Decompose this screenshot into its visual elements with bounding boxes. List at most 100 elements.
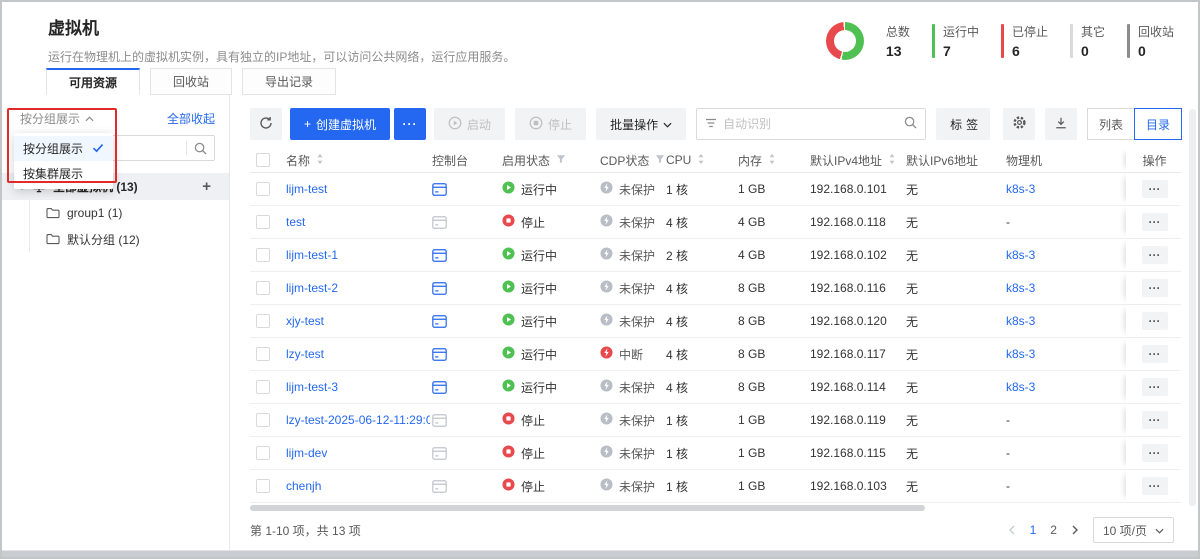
host-link[interactable]: k8s-3 — [1006, 314, 1035, 328]
vm-name-cell: lzy-test — [284, 347, 430, 361]
row-checkbox[interactable] — [256, 314, 270, 328]
host-link[interactable]: k8s-3 — [1006, 182, 1035, 196]
add-group-button[interactable]: + — [202, 178, 211, 195]
page-number-1[interactable]: 1 — [1030, 523, 1037, 537]
column-header-name[interactable]: 名称 — [284, 152, 430, 169]
cdp-status-cell: 未保护 — [598, 313, 664, 330]
window-bottom-edge — [2, 550, 1198, 557]
row-checkbox[interactable] — [256, 413, 270, 427]
console-icon[interactable] — [432, 414, 447, 427]
console-icon[interactable] — [432, 282, 447, 295]
search-icon[interactable] — [187, 142, 214, 155]
refresh-button[interactable] — [250, 108, 282, 140]
export-download-button[interactable] — [1045, 108, 1077, 140]
vm-name-link[interactable]: lijm-dev — [286, 446, 327, 460]
console-icon[interactable] — [432, 315, 447, 328]
column-settings-button[interactable] — [1003, 108, 1035, 140]
vm-search-input[interactable] — [717, 117, 904, 131]
column-header-cpu[interactable]: CPU — [664, 153, 736, 168]
tab-export-records[interactable]: 导出记录 — [242, 68, 336, 95]
vm-name-link[interactable]: lijm-test — [286, 182, 327, 196]
host-link[interactable]: k8s-3 — [1006, 347, 1035, 361]
vm-name-link[interactable]: test — [286, 215, 305, 229]
create-vm-button[interactable]: + 创建虚拟机 — [290, 108, 390, 140]
console-icon[interactable] — [432, 348, 447, 361]
console-cell — [430, 183, 500, 196]
filter-icon[interactable] — [556, 153, 566, 167]
row-select-cell — [250, 413, 284, 427]
console-icon[interactable] — [432, 480, 447, 493]
page-size-select[interactable]: 10 项/页 — [1093, 517, 1174, 543]
cdp-status-cell: 未保护 — [598, 181, 664, 198]
row-actions-button[interactable]: ··· — [1142, 378, 1168, 396]
view-list-button[interactable]: 列表 — [1087, 108, 1135, 140]
row-checkbox[interactable] — [256, 182, 270, 196]
sort-icon[interactable] — [316, 153, 324, 168]
filter-icon[interactable] — [655, 153, 664, 167]
row-checkbox[interactable] — [256, 215, 270, 229]
sort-icon[interactable] — [697, 153, 705, 168]
prev-page-button[interactable] — [1008, 525, 1016, 535]
row-actions-button[interactable]: ··· — [1142, 411, 1168, 429]
row-actions-button[interactable]: ··· — [1142, 477, 1168, 495]
tag-button[interactable]: 标签 — [936, 108, 990, 140]
group-mode-dropdown[interactable]: 按分组展示 — [20, 110, 94, 127]
row-checkbox[interactable] — [256, 347, 270, 361]
row-checkbox[interactable] — [256, 479, 270, 493]
menu-option-by-group[interactable]: 按分组展示 — [14, 136, 113, 161]
row-actions-button[interactable]: ··· — [1142, 213, 1168, 231]
tree-item-default-group[interactable]: 默认分组 (12) — [2, 226, 229, 252]
vm-name-link[interactable]: chenjh — [286, 479, 321, 493]
menu-option-by-cluster[interactable]: 按集群展示 — [14, 161, 113, 186]
row-checkbox[interactable] — [256, 380, 270, 394]
vm-name-link[interactable]: lzy-test — [286, 347, 324, 361]
select-all-checkbox[interactable] — [256, 153, 270, 167]
console-icon[interactable] — [432, 249, 447, 262]
row-actions-button[interactable]: ··· — [1142, 246, 1168, 264]
column-header-power-status[interactable]: 启用状态 — [500, 152, 598, 169]
cdp-status-icon — [600, 313, 613, 329]
cdp-status-icon — [600, 280, 613, 296]
host-link[interactable]: k8s-3 — [1006, 248, 1035, 262]
vm-name-link[interactable]: lijm-test-3 — [286, 380, 338, 394]
search-icon[interactable] — [904, 116, 917, 132]
stop-button[interactable]: 停止 — [515, 108, 586, 140]
power-status-text: 运行中 — [521, 181, 557, 198]
tab-available-resources[interactable]: 可用资源 — [46, 68, 140, 95]
create-more-button[interactable]: ··· — [394, 108, 426, 140]
memory-cell: 4 GB — [736, 248, 808, 262]
sort-icon[interactable] — [888, 153, 896, 168]
column-header-ipv4[interactable]: 默认IPv4地址 — [808, 152, 904, 169]
console-icon[interactable] — [432, 216, 447, 229]
row-checkbox[interactable] — [256, 281, 270, 295]
column-header-memory[interactable]: 内存 — [736, 152, 808, 169]
next-page-button[interactable] — [1071, 525, 1079, 535]
row-actions-button[interactable]: ··· — [1142, 180, 1168, 198]
host-link[interactable]: k8s-3 — [1006, 281, 1035, 295]
row-actions-button[interactable]: ··· — [1142, 279, 1168, 297]
console-icon[interactable] — [432, 381, 447, 394]
start-button[interactable]: 启动 — [434, 108, 505, 140]
page-number-2[interactable]: 2 — [1050, 523, 1057, 537]
console-icon[interactable] — [432, 183, 447, 196]
row-checkbox[interactable] — [256, 248, 270, 262]
column-header-cdp-status[interactable]: CDP状态 — [598, 152, 664, 169]
vm-name-link[interactable]: lijm-test-1 — [286, 248, 338, 262]
view-catalog-button[interactable]: 目录 — [1134, 108, 1182, 140]
batch-actions-button[interactable]: 批量操作 — [596, 108, 686, 140]
filter-lines-icon[interactable] — [705, 117, 717, 131]
host-link[interactable]: k8s-3 — [1006, 380, 1035, 394]
console-icon[interactable] — [432, 447, 447, 460]
row-actions-button[interactable]: ··· — [1142, 345, 1168, 363]
vertical-scrollbar[interactable] — [1189, 109, 1196, 506]
tree-item-group1[interactable]: group1 (1) — [2, 200, 229, 226]
vm-name-link[interactable]: lzy-test-2025-06-12-11:29:00 — [286, 413, 430, 427]
vm-name-link[interactable]: lijm-test-2 — [286, 281, 338, 295]
row-actions-button[interactable]: ··· — [1142, 312, 1168, 330]
collapse-all-link[interactable]: 全部收起 — [167, 110, 215, 127]
vm-name-link[interactable]: xjy-test — [286, 314, 324, 328]
tab-recycle-bin[interactable]: 回收站 — [150, 68, 232, 95]
sort-icon[interactable] — [768, 153, 776, 168]
row-actions-button[interactable]: ··· — [1142, 444, 1168, 462]
row-checkbox[interactable] — [256, 446, 270, 460]
